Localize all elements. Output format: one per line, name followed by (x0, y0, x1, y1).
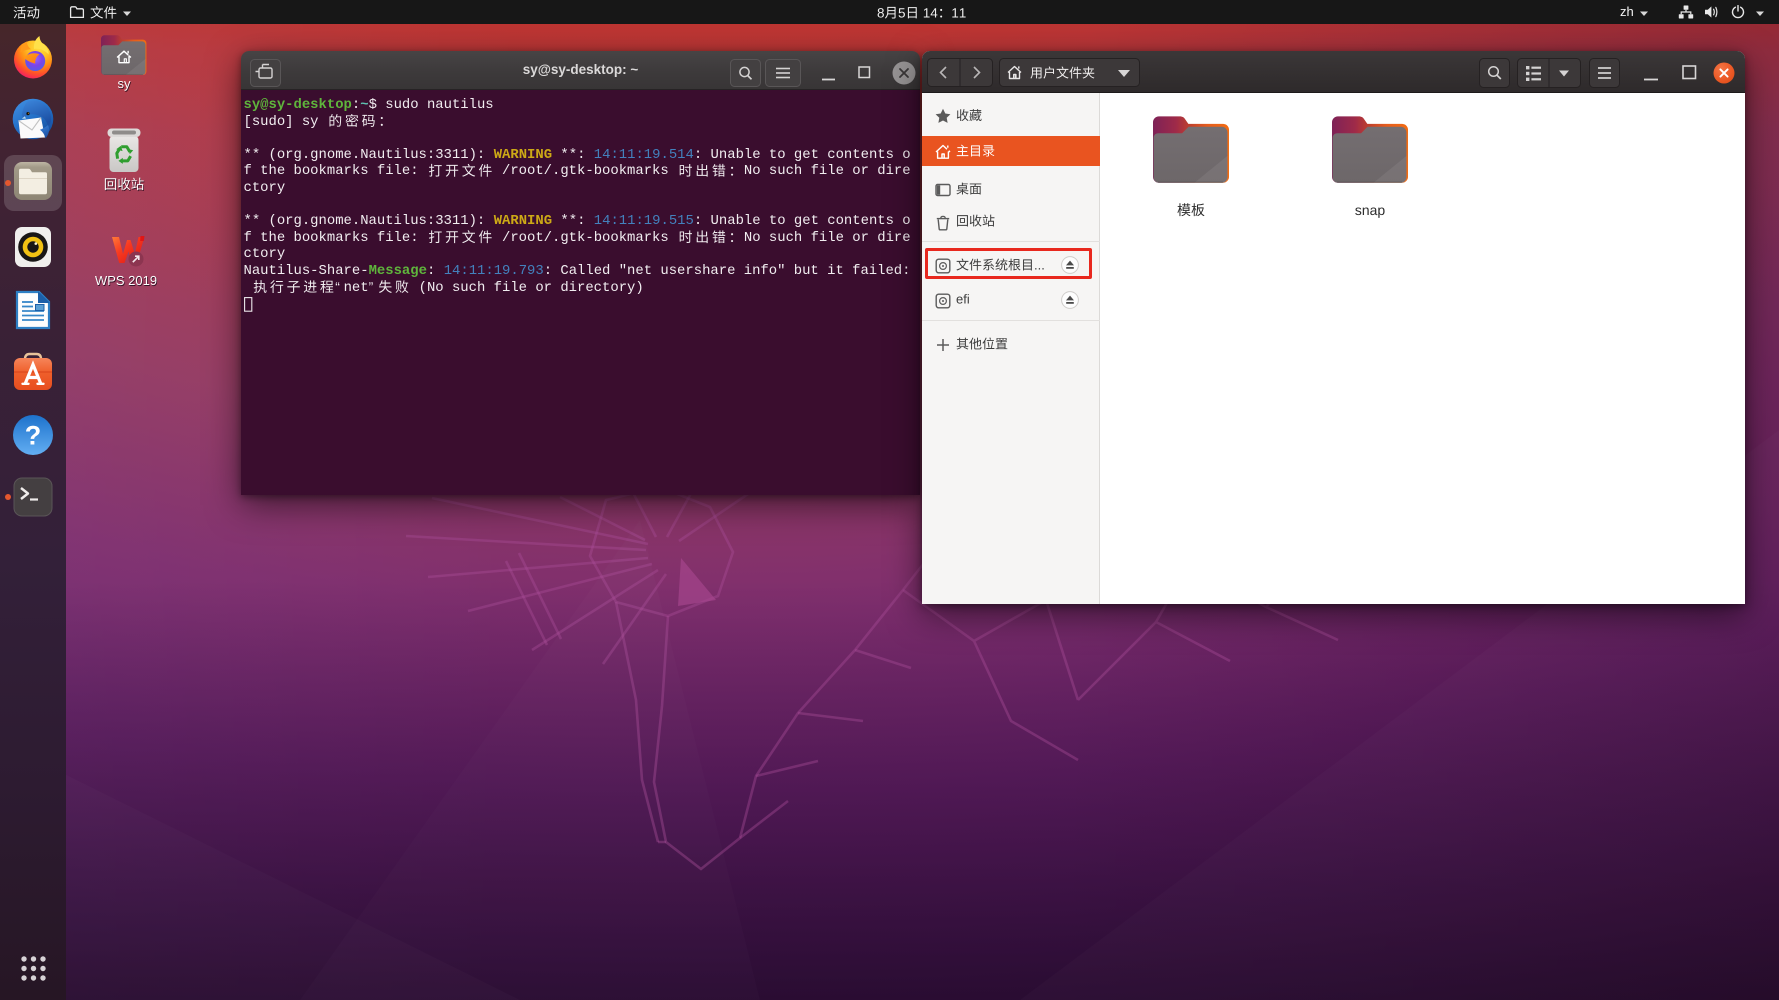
svg-text:?: ? (25, 421, 42, 451)
